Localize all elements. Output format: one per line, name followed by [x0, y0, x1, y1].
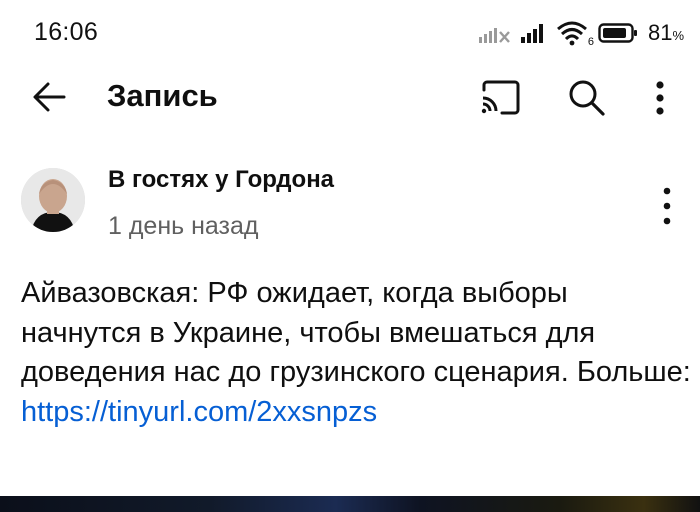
battery-icon — [598, 22, 638, 44]
post-age: 1 день назад — [108, 212, 259, 240]
back-arrow-icon[interactable] — [28, 76, 70, 118]
status-bar: 16:06 6 81% — [0, 0, 700, 62]
battery-unit: % — [672, 28, 684, 43]
post-image-preview[interactable] — [0, 496, 700, 512]
battery-value: 81 — [647, 20, 673, 45]
page-title: Запись — [107, 78, 218, 113]
signal-off-icon — [478, 22, 512, 44]
app-bar: Запись — [0, 62, 700, 132]
search-icon[interactable] — [564, 75, 608, 119]
wifi-label: 6 — [587, 36, 594, 48]
cast-icon[interactable] — [478, 78, 522, 118]
post-body: Айвазовская: РФ ожидает, когда выборы на… — [21, 274, 691, 432]
channel-avatar[interactable] — [21, 168, 85, 232]
channel-name[interactable]: В гостях у Гордона — [108, 166, 334, 194]
status-time: 16:06 — [34, 18, 99, 46]
post-menu-icon[interactable] — [653, 182, 681, 232]
signal-icon — [520, 22, 548, 44]
post-link[interactable]: https://tinyurl.com/2xxsnpzs — [21, 393, 691, 433]
battery-percent: 81% — [648, 20, 684, 46]
status-icons: 6 81% — [478, 18, 684, 48]
more-vert-icon[interactable] — [645, 76, 675, 120]
post-text: Айвазовская: РФ ожидает, когда выборы на… — [21, 277, 691, 388]
wifi-icon: 6 — [556, 20, 594, 48]
